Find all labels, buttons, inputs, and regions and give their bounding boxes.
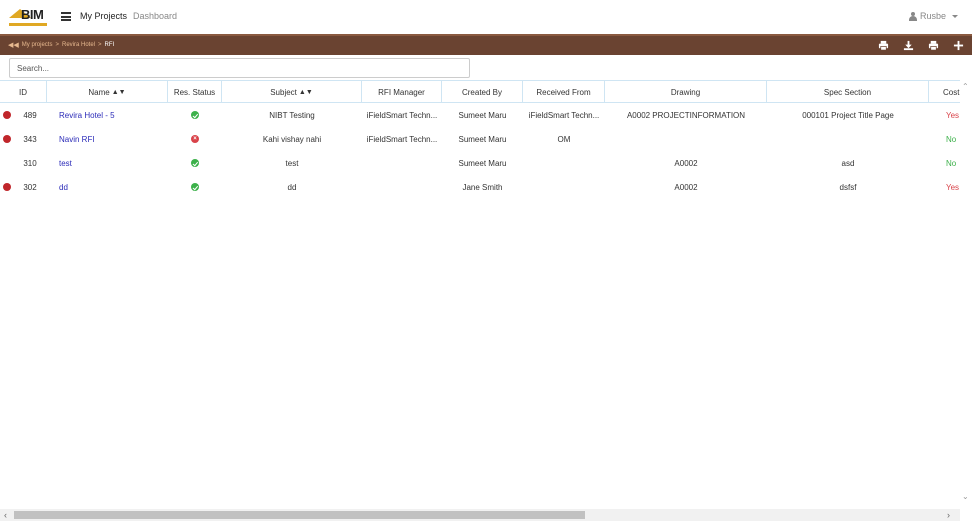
cell-drawing: A0002	[674, 158, 698, 168]
cell-cost-impact: No	[946, 134, 957, 144]
col-subject[interactable]: Subject ▲▼	[222, 81, 362, 103]
cell-name-link[interactable]: Navin RFI	[59, 127, 168, 151]
scroll-left-icon[interactable]: ‹	[4, 509, 7, 521]
plus-icon[interactable]	[950, 39, 966, 52]
cell-status	[168, 151, 222, 175]
col-drawing[interactable]: Drawing	[605, 81, 767, 103]
rfi-table: ID Name ▲▼ Res. Status Subject ▲▼ RFI Mana…	[0, 80, 960, 510]
print-icon[interactable]	[925, 39, 941, 52]
cell-cost-impact: No	[946, 158, 957, 168]
cell-received-from	[523, 151, 605, 175]
cell-created-by: Jane Smith	[462, 182, 503, 192]
col-res-status[interactable]: Res. Status	[168, 81, 222, 103]
nav-my-projects[interactable]: My Projects	[80, 11, 127, 21]
cell-id: 302	[23, 182, 37, 192]
breadcrumb: ◀◀ My projects > Revira Hotel > RFI	[8, 41, 115, 49]
chevron-down-icon	[952, 14, 958, 18]
cell-created-by: Sumeet Maru	[458, 134, 507, 144]
cell-cost-impact: Yes	[946, 182, 960, 192]
scroll-up-icon[interactable]: ⌃	[962, 82, 969, 91]
top-navbar: BIM My Projects Dashboard Rusbe	[0, 0, 972, 34]
user-icon	[908, 11, 917, 21]
cell-drawing	[605, 127, 767, 151]
table-row[interactable]: 343 Navin RFI × Kahi vishay nahi iFieldS…	[0, 127, 960, 151]
cell-id: 343	[23, 134, 37, 144]
col-name[interactable]: Name ▲▼	[47, 81, 168, 103]
vertical-scrollbar[interactable]: ⌃ ⌄	[960, 80, 972, 521]
cell-cost-impact: Yes	[946, 110, 960, 120]
cell-spec	[767, 127, 929, 151]
cell-drawing: A0002 PROJECTINFORMATION	[626, 110, 746, 120]
check-circle-icon	[191, 183, 199, 191]
cell-spec: dsfsf	[839, 182, 857, 192]
logo-text: BIM	[21, 7, 44, 22]
toolbar	[875, 39, 966, 52]
cell-subject: test	[285, 158, 299, 168]
scrollbar-thumb[interactable]	[14, 511, 585, 519]
print-icon[interactable]	[875, 39, 891, 52]
cell-subject: Kahi vishay nahi	[262, 134, 322, 144]
app-logo[interactable]: BIM	[9, 7, 47, 27]
user-name: Rusbe	[919, 11, 946, 21]
cell-manager	[362, 151, 442, 175]
cell-status: ×	[168, 127, 222, 151]
cell-spec: 000101 Project Title Page	[802, 110, 894, 120]
sort-icon: ▲▼	[298, 88, 313, 96]
breadcrumb-my-projects[interactable]: My projects	[22, 42, 53, 48]
search-input[interactable]	[9, 58, 470, 78]
cell-name-link[interactable]: test	[59, 151, 168, 175]
cell-id: 489	[23, 110, 37, 120]
cell-received-from: OM	[557, 134, 571, 144]
breadcrumb-project[interactable]: Revira Hotel	[62, 42, 95, 48]
cell-created-by: Sumeet Maru	[458, 158, 507, 168]
table-row[interactable]: 310 test test Sumeet Maru A0002 asd No	[0, 151, 960, 175]
col-cost-impact[interactable]: Cost Impact	[929, 81, 960, 103]
cell-subject: NIBT Testing	[269, 110, 315, 120]
cell-drawing: A0002	[674, 182, 698, 192]
cell-status	[168, 175, 222, 199]
download-icon[interactable]	[900, 39, 916, 52]
cell-manager: iFieldSmart Techn...	[366, 134, 438, 144]
nav-dashboard[interactable]: Dashboard	[133, 11, 177, 21]
cell-name-link[interactable]: Revira Hotel - 5	[59, 103, 168, 127]
sort-icon: ▲▼	[111, 88, 126, 96]
breadcrumb-bar: ◀◀ My projects > Revira Hotel > RFI	[0, 34, 972, 55]
cell-received-from	[523, 175, 605, 199]
cell-spec: asd	[841, 158, 855, 168]
hamburger-menu-icon[interactable]	[61, 12, 71, 21]
col-received-from[interactable]: Received From	[523, 81, 605, 103]
user-menu[interactable]: Rusbe	[908, 11, 958, 21]
error-circle-icon: ×	[191, 135, 199, 143]
col-created-by[interactable]: Created By	[442, 81, 523, 103]
scroll-right-icon[interactable]: ›	[947, 509, 950, 521]
col-id[interactable]: ID	[0, 81, 47, 103]
cell-status	[168, 103, 222, 127]
check-circle-icon	[191, 159, 199, 167]
horizontal-scrollbar[interactable]: ‹ ›	[0, 509, 960, 521]
cell-manager	[362, 175, 442, 199]
table-row[interactable]: 302 dd dd Jane Smith A0002 dsfsf Yes	[0, 175, 960, 199]
check-circle-icon	[191, 111, 199, 119]
cell-name-link[interactable]: dd	[59, 175, 168, 199]
scroll-down-icon[interactable]: ⌄	[962, 492, 969, 501]
table-header: ID Name ▲▼ Res. Status Subject ▲▼ RFI Mana…	[0, 81, 960, 103]
breadcrumb-current: RFI	[104, 42, 115, 48]
col-rfi-manager[interactable]: RFI Manager	[362, 81, 442, 103]
cell-id: 310	[23, 158, 37, 168]
cell-manager: iFieldSmart Techn...	[366, 110, 438, 120]
cell-subject: dd	[287, 182, 297, 192]
cell-received-from: iFieldSmart Techn...	[528, 110, 600, 120]
table-row[interactable]: 489 Revira Hotel - 5 NIBT Testing iField…	[0, 103, 960, 127]
col-spec-section[interactable]: Spec Section	[767, 81, 929, 103]
cell-created-by: Sumeet Maru	[458, 110, 507, 120]
back-icon[interactable]: ◀◀	[8, 41, 19, 49]
